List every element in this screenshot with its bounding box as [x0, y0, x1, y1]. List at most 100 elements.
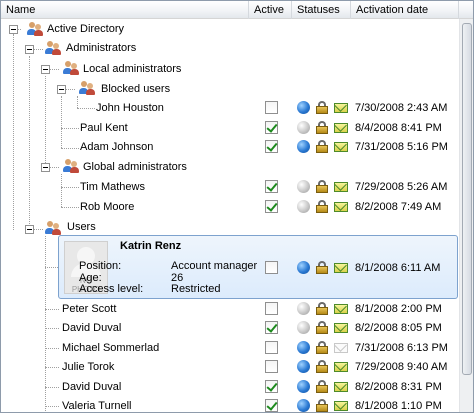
collapse-toggle-global-admins[interactable]: [41, 163, 50, 172]
collapse-toggle-root[interactable]: [9, 25, 18, 34]
collapse-toggle-users[interactable]: [25, 225, 34, 234]
lock-icon: [316, 180, 328, 193]
mail-icon: [334, 343, 348, 353]
user-name: Michael Sommerlad: [62, 342, 160, 354]
activation-date: 8/2/2008 8:31 PM: [355, 381, 442, 393]
online-status-globe-icon: [297, 101, 310, 114]
group-icon: [77, 81, 95, 96]
activation-date: 7/31/2008 6:13 PM: [355, 342, 448, 354]
activation-date: 8/1/2008 2:00 PM: [355, 303, 442, 315]
activation-date: 7/29/2008 9:40 AM: [355, 361, 448, 373]
active-checkbox[interactable]: [265, 140, 278, 153]
mail-icon: [334, 382, 348, 392]
active-checkbox[interactable]: [265, 360, 278, 373]
lock-icon: [316, 261, 328, 274]
active-checkbox[interactable]: [265, 380, 278, 393]
online-status-globe-icon: [297, 380, 310, 393]
column-statuses-header[interactable]: Statuses: [292, 1, 351, 19]
directory-tree-view[interactable]: Name Active Statuses Activation date Act…: [0, 0, 474, 413]
group-icon: [61, 159, 79, 174]
collapse-toggle-blocked-users[interactable]: [57, 85, 66, 94]
activation-date: 7/31/2008 5:16 PM: [355, 141, 448, 153]
column-name-header[interactable]: Name: [1, 1, 249, 19]
user-name: David Duval: [62, 381, 122, 393]
active-checkbox[interactable]: [265, 121, 278, 134]
active-checkbox[interactable]: [265, 200, 278, 213]
lock-icon: [316, 360, 328, 373]
active-checkbox[interactable]: [265, 321, 278, 334]
lock-icon: [316, 380, 328, 393]
group-icon: [61, 61, 79, 76]
mail-icon: [334, 182, 348, 192]
position-value: Account manager: [171, 260, 258, 272]
lock-icon: [316, 101, 328, 114]
active-checkbox[interactable]: [265, 302, 278, 315]
lock-icon: [316, 341, 328, 354]
user-name: Paul Kent: [80, 122, 128, 134]
access-level-label: Access level:: [79, 283, 144, 295]
tree-node-local-administrators[interactable]: Local administrators: [83, 60, 181, 78]
tree-node-active-directory[interactable]: Active Directory: [47, 20, 124, 38]
online-status-globe-icon: [297, 360, 310, 373]
online-status-globe-icon: [297, 341, 310, 354]
online-status-globe-icon: [297, 200, 310, 213]
mail-icon: [334, 142, 348, 152]
collapse-toggle-local-admins[interactable]: [41, 65, 50, 74]
online-status-globe-icon: [297, 140, 310, 153]
tree-node-administrators[interactable]: Administrators: [66, 39, 136, 57]
activation-date: 8/4/2008 8:41 PM: [355, 122, 442, 134]
lock-icon: [316, 121, 328, 134]
vertical-scrollbar[interactable]: [459, 19, 473, 412]
group-icon: [43, 221, 61, 236]
mail-icon: [334, 304, 348, 314]
user-name: Tim Mathews: [80, 181, 145, 193]
mail-icon: [334, 323, 348, 333]
active-checkbox[interactable]: [265, 101, 278, 114]
user-name: Julie Torok: [62, 361, 115, 373]
activation-date: 8/1/2008 6:11 AM: [355, 262, 441, 274]
mail-icon: [334, 401, 348, 411]
column-active-header[interactable]: Active: [249, 1, 292, 19]
lock-icon: [316, 140, 328, 153]
user-name: Valeria Turnell: [62, 400, 132, 412]
mail-icon: [334, 362, 348, 372]
online-status-globe-icon: [297, 399, 310, 412]
column-header-bar: Name Active Statuses Activation date: [1, 1, 473, 19]
lock-icon: [316, 200, 328, 213]
mail-icon: [334, 103, 348, 113]
online-status-globe-icon: [297, 121, 310, 134]
selected-user-card[interactable]: NO PHOTO Katrin Renz Position: Account m…: [58, 235, 458, 299]
tree-node-users[interactable]: Users: [67, 218, 96, 236]
active-checkbox[interactable]: [265, 399, 278, 412]
online-status-globe-icon: [297, 302, 310, 315]
lock-icon: [316, 399, 328, 412]
activation-date: 8/2/2008 7:49 AM: [355, 201, 442, 213]
activation-date: 7/30/2008 2:43 AM: [355, 102, 448, 114]
user-name: Adam Johnson: [80, 141, 154, 153]
online-status-globe-icon: [297, 180, 310, 193]
user-name: Rob Moore: [80, 201, 135, 213]
active-checkbox[interactable]: [265, 341, 278, 354]
mail-icon: [334, 202, 348, 212]
access-level-value: Restricted: [171, 283, 221, 295]
group-icon: [25, 22, 43, 37]
collapse-toggle-administrators[interactable]: [25, 45, 34, 54]
scrollbar-thumb[interactable]: [462, 23, 472, 375]
lock-icon: [316, 302, 328, 315]
activation-date: 8/2/2008 8:05 PM: [355, 322, 442, 334]
user-name: Peter Scott: [62, 303, 117, 315]
position-label: Position:: [79, 260, 122, 272]
mail-icon: [334, 123, 348, 133]
selected-user-name: Katrin Renz: [120, 240, 182, 252]
lock-icon: [316, 321, 328, 334]
online-status-globe-icon: [297, 261, 310, 274]
user-name: David Duval: [62, 322, 122, 334]
tree-node-global-administrators[interactable]: Global administrators: [83, 158, 187, 176]
column-activation-date-header[interactable]: Activation date: [351, 1, 459, 19]
mail-icon: [334, 263, 348, 273]
online-status-globe-icon: [297, 321, 310, 334]
user-name: John Houston: [96, 102, 164, 114]
active-checkbox[interactable]: [265, 261, 278, 274]
active-checkbox[interactable]: [265, 180, 278, 193]
tree-node-blocked-users[interactable]: Blocked users: [101, 80, 170, 98]
